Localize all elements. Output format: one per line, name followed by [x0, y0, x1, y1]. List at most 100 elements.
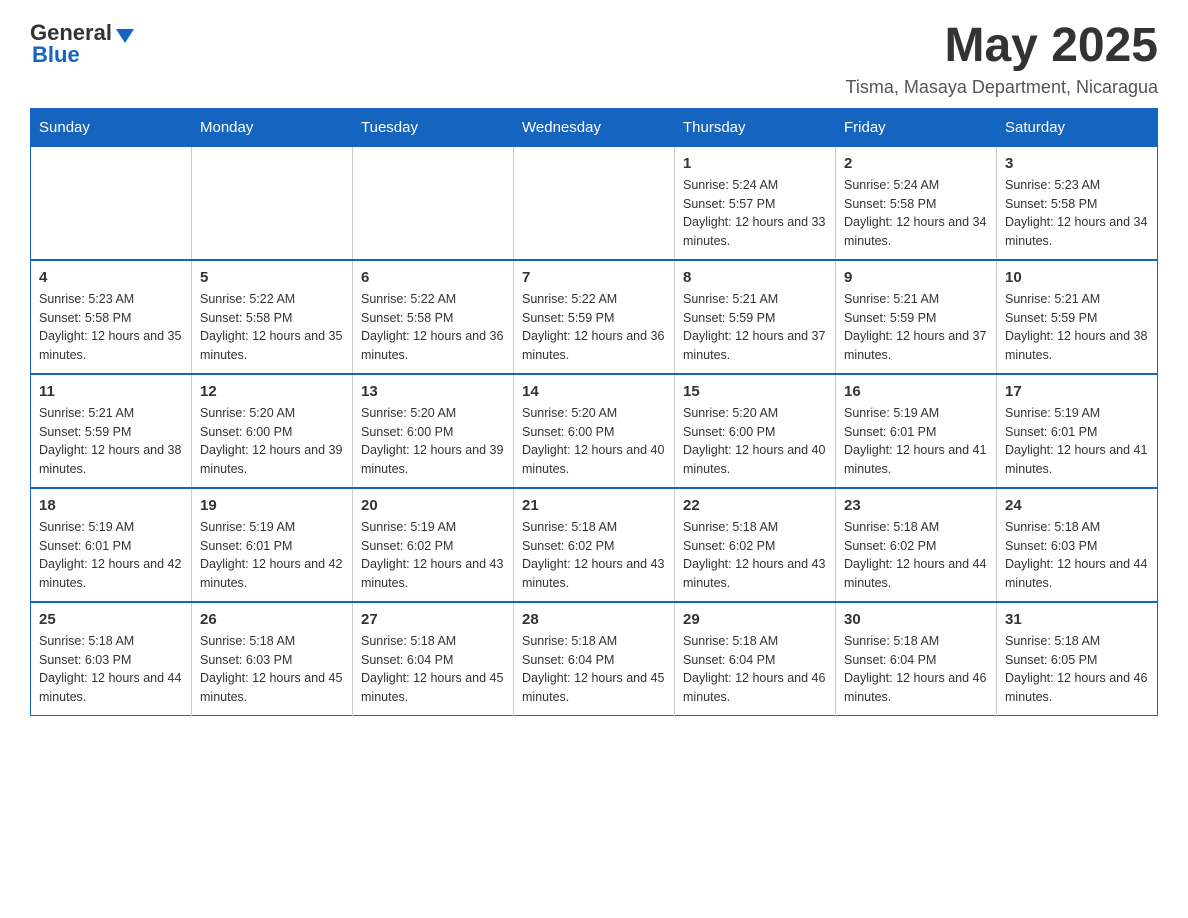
calendar-cell: 17Sunrise: 5:19 AMSunset: 6:01 PMDayligh… — [997, 374, 1158, 488]
header-thursday: Thursday — [675, 108, 836, 146]
day-info: Sunrise: 5:22 AMSunset: 5:58 PMDaylight:… — [361, 290, 505, 365]
day-info: Sunrise: 5:18 AMSunset: 6:05 PMDaylight:… — [1005, 632, 1149, 707]
day-info: Sunrise: 5:18 AMSunset: 6:02 PMDaylight:… — [522, 518, 666, 593]
day-info: Sunrise: 5:22 AMSunset: 5:58 PMDaylight:… — [200, 290, 344, 365]
day-number: 10 — [1005, 269, 1149, 286]
day-number: 20 — [361, 497, 505, 514]
calendar-cell: 5 Sunrise: 5:22 AMSunset: 5:58 PMDaylight… — [192, 260, 353, 374]
day-number: 25 — [39, 611, 183, 628]
day-info: Sunrise: 5:19 AMSunset: 6:01 PMDaylight:… — [844, 404, 988, 479]
day-number: 13 — [361, 383, 505, 400]
day-info: Sunrise: 5:18 AMSunset: 6:03 PMDaylight:… — [1005, 518, 1149, 593]
day-number: 22 — [683, 497, 827, 514]
day-info: Sunrise: 5:19 AMSunset: 6:01 PMDaylight:… — [39, 518, 183, 593]
calendar-cell: 15 Sunrise: 5:20 AMSunset: 6:00 PMDayligh… — [675, 374, 836, 488]
day-number: 29 — [683, 611, 827, 628]
day-info: Sunrise: 5:24 AMSunset: 5:58 PMDaylight:… — [844, 176, 988, 251]
calendar-cell: 11 Sunrise: 5:21 AMSunset: 5:59 PMDayligh… — [31, 374, 192, 488]
day-info: Sunrise: 5:21 AMSunset: 5:59 PMDaylight:… — [844, 290, 988, 365]
day-number: 11 — [39, 383, 183, 400]
day-number: 16 — [844, 383, 988, 400]
day-info: Sunrise: 5:18 AMSunset: 6:02 PMDaylight:… — [683, 518, 827, 593]
day-number: 14 — [522, 383, 666, 400]
calendar-cell: 7Sunrise: 5:22 AMSunset: 5:59 PMDaylight… — [514, 260, 675, 374]
day-info: Sunrise: 5:19 AMSunset: 6:01 PMDaylight:… — [200, 518, 344, 593]
day-number: 31 — [1005, 611, 1149, 628]
day-number: 23 — [844, 497, 988, 514]
month-year-title: May 2025 — [846, 20, 1158, 73]
calendar-cell: 16 Sunrise: 5:19 AMSunset: 6:01 PMDayligh… — [836, 374, 997, 488]
calendar-cell: 13Sunrise: 5:20 AMSunset: 6:00 PMDayligh… — [353, 374, 514, 488]
week-row-1: 1 Sunrise: 5:24 AMSunset: 5:57 PMDaylight… — [31, 146, 1158, 260]
logo-blue-text: Blue — [32, 42, 80, 68]
day-info: Sunrise: 5:18 AMSunset: 6:04 PMDaylight:… — [361, 632, 505, 707]
day-number: 5 — [200, 269, 344, 286]
logo-triangle-icon — [116, 29, 134, 43]
day-number: 30 — [844, 611, 988, 628]
title-section: May 2025 Tisma, Masaya Department, Nicar… — [846, 20, 1158, 98]
calendar-cell: 8 Sunrise: 5:21 AMSunset: 5:59 PMDaylight… — [675, 260, 836, 374]
day-info: Sunrise: 5:24 AMSunset: 5:57 PMDaylight:… — [683, 176, 827, 251]
day-info: Sunrise: 5:21 AMSunset: 5:59 PMDaylight:… — [683, 290, 827, 365]
calendar-cell — [353, 146, 514, 260]
calendar-cell: 19Sunrise: 5:19 AMSunset: 6:01 PMDayligh… — [192, 488, 353, 602]
calendar-cell: 1 Sunrise: 5:24 AMSunset: 5:57 PMDaylight… — [675, 146, 836, 260]
day-number: 12 — [200, 383, 344, 400]
week-row-3: 11 Sunrise: 5:21 AMSunset: 5:59 PMDayligh… — [31, 374, 1158, 488]
calendar-cell: 6 Sunrise: 5:22 AMSunset: 5:58 PMDaylight… — [353, 260, 514, 374]
day-number: 4 — [39, 269, 183, 286]
day-info: Sunrise: 5:20 AMSunset: 6:00 PMDaylight:… — [522, 404, 666, 479]
week-row-5: 25 Sunrise: 5:18 AMSunset: 6:03 PMDayligh… — [31, 602, 1158, 716]
day-info: Sunrise: 5:23 AMSunset: 5:58 PMDaylight:… — [1005, 176, 1149, 251]
calendar-cell: 20Sunrise: 5:19 AMSunset: 6:02 PMDayligh… — [353, 488, 514, 602]
calendar-cell: 25 Sunrise: 5:18 AMSunset: 6:03 PMDayligh… — [31, 602, 192, 716]
calendar-cell: 24 Sunrise: 5:18 AMSunset: 6:03 PMDayligh… — [997, 488, 1158, 602]
calendar-table: SundayMondayTuesdayWednesdayThursdayFrid… — [30, 108, 1158, 716]
day-info: Sunrise: 5:18 AMSunset: 6:04 PMDaylight:… — [683, 632, 827, 707]
day-number: 15 — [683, 383, 827, 400]
day-number: 2 — [844, 155, 988, 172]
week-row-2: 4Sunrise: 5:23 AMSunset: 5:58 PMDaylight… — [31, 260, 1158, 374]
header-wednesday: Wednesday — [514, 108, 675, 146]
day-number: 9 — [844, 269, 988, 286]
day-number: 21 — [522, 497, 666, 514]
day-number: 24 — [1005, 497, 1149, 514]
calendar-cell: 3Sunrise: 5:23 AMSunset: 5:58 PMDaylight… — [997, 146, 1158, 260]
calendar-cell: 26 Sunrise: 5:18 AMSunset: 6:03 PMDayligh… — [192, 602, 353, 716]
calendar-cell: 2 Sunrise: 5:24 AMSunset: 5:58 PMDaylight… — [836, 146, 997, 260]
calendar-cell: 31 Sunrise: 5:18 AMSunset: 6:05 PMDayligh… — [997, 602, 1158, 716]
day-info: Sunrise: 5:22 AMSunset: 5:59 PMDaylight:… — [522, 290, 666, 365]
day-number: 1 — [683, 155, 827, 172]
calendar-header-row: SundayMondayTuesdayWednesdayThursdayFrid… — [31, 108, 1158, 146]
calendar-cell: 21 Sunrise: 5:18 AMSunset: 6:02 PMDayligh… — [514, 488, 675, 602]
day-info: Sunrise: 5:18 AMSunset: 6:03 PMDaylight:… — [39, 632, 183, 707]
day-info: Sunrise: 5:20 AMSunset: 6:00 PMDaylight:… — [683, 404, 827, 479]
calendar-cell — [192, 146, 353, 260]
day-number: 28 — [522, 611, 666, 628]
location-subtitle: Tisma, Masaya Department, Nicaragua — [846, 77, 1158, 98]
day-number: 17 — [1005, 383, 1149, 400]
day-info: Sunrise: 5:18 AMSunset: 6:04 PMDaylight:… — [844, 632, 988, 707]
calendar-cell: 27Sunrise: 5:18 AMSunset: 6:04 PMDayligh… — [353, 602, 514, 716]
day-number: 6 — [361, 269, 505, 286]
calendar-cell: 23Sunrise: 5:18 AMSunset: 6:02 PMDayligh… — [836, 488, 997, 602]
header-sunday: Sunday — [31, 108, 192, 146]
calendar-cell: 28 Sunrise: 5:18 AMSunset: 6:04 PMDayligh… — [514, 602, 675, 716]
week-row-4: 18Sunrise: 5:19 AMSunset: 6:01 PMDayligh… — [31, 488, 1158, 602]
day-info: Sunrise: 5:18 AMSunset: 6:03 PMDaylight:… — [200, 632, 344, 707]
calendar-cell — [514, 146, 675, 260]
day-info: Sunrise: 5:21 AMSunset: 5:59 PMDaylight:… — [39, 404, 183, 479]
day-number: 8 — [683, 269, 827, 286]
header-saturday: Saturday — [997, 108, 1158, 146]
calendar-cell: 29 Sunrise: 5:18 AMSunset: 6:04 PMDayligh… — [675, 602, 836, 716]
day-info: Sunrise: 5:21 AMSunset: 5:59 PMDaylight:… — [1005, 290, 1149, 365]
day-number: 26 — [200, 611, 344, 628]
calendar-cell: 4Sunrise: 5:23 AMSunset: 5:58 PMDaylight… — [31, 260, 192, 374]
calendar-cell: 10 Sunrise: 5:21 AMSunset: 5:59 PMDayligh… — [997, 260, 1158, 374]
calendar-cell: 9 Sunrise: 5:21 AMSunset: 5:59 PMDaylight… — [836, 260, 997, 374]
page-header: General Blue May 2025 Tisma, Masaya Depa… — [30, 20, 1158, 98]
calendar-cell: 12Sunrise: 5:20 AMSunset: 6:00 PMDayligh… — [192, 374, 353, 488]
day-info: Sunrise: 5:18 AMSunset: 6:04 PMDaylight:… — [522, 632, 666, 707]
header-monday: Monday — [192, 108, 353, 146]
header-friday: Friday — [836, 108, 997, 146]
